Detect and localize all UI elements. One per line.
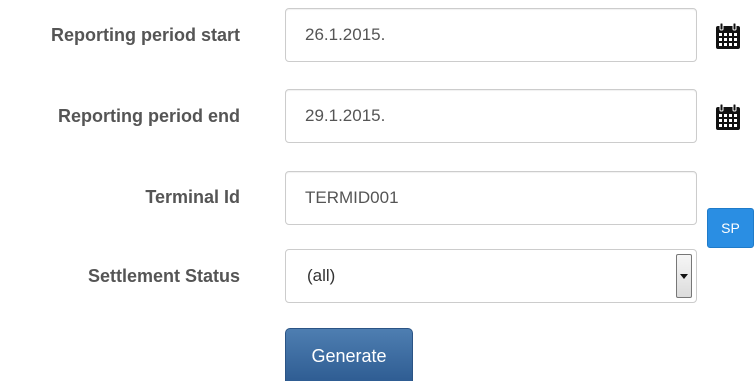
- report-form: Reporting period start 26.1.2015. Report…: [0, 0, 754, 381]
- calendar-icon[interactable]: [714, 22, 742, 50]
- terminal-id-value: TERMID001: [305, 188, 399, 207]
- period-end-value: 29.1.2015.: [305, 106, 386, 125]
- period-start-value: 26.1.2015.: [305, 25, 386, 44]
- settlement-status-select[interactable]: (all): [285, 249, 697, 303]
- period-start-label: Reporting period start: [50, 25, 240, 45]
- terminal-id-input[interactable]: TERMID001: [285, 171, 697, 225]
- settlement-status-value: (all): [307, 266, 336, 285]
- period-start-input[interactable]: 26.1.2015.: [285, 8, 697, 62]
- period-end-label: Reporting period end: [58, 106, 240, 126]
- terminal-id-label: Terminal Id: [145, 187, 240, 207]
- generate-button[interactable]: Generate: [285, 328, 413, 381]
- settlement-status-label: Settlement Status: [87, 266, 240, 286]
- calendar-icon[interactable]: [714, 103, 742, 131]
- period-end-input[interactable]: 29.1.2015.: [285, 89, 697, 143]
- chevron-down-icon[interactable]: [676, 254, 692, 298]
- sp-button[interactable]: SP: [707, 208, 754, 248]
